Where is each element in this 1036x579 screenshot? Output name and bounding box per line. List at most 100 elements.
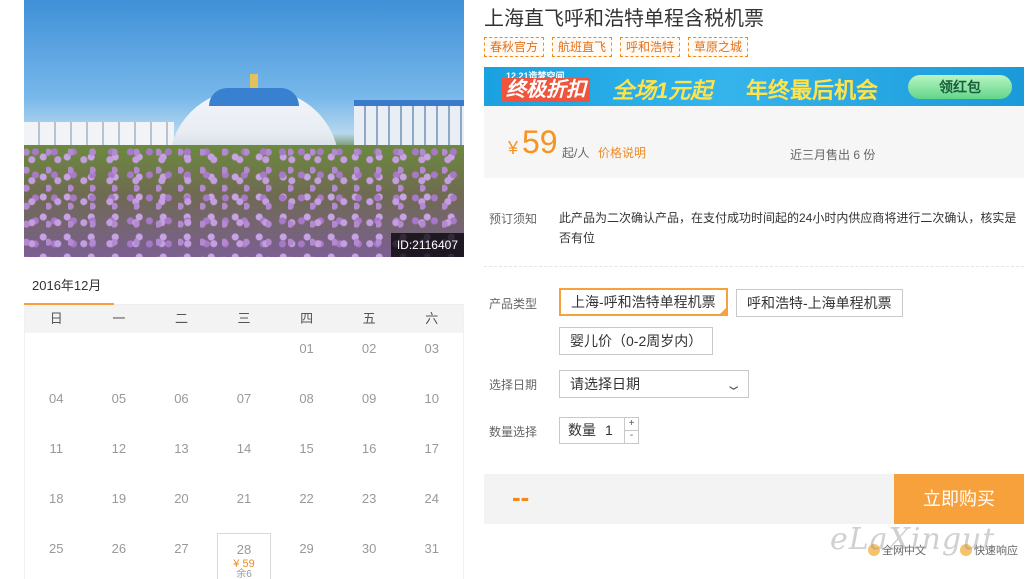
calendar-day[interactable]: 08 [275, 383, 338, 433]
calendar-day-number: 10 [424, 391, 439, 406]
weekday-label: 一 [112, 311, 126, 326]
notice-text: 此产品为二次确认产品，在支付成功时间起的24小时内供应商将进行二次确认，核实是否… [559, 211, 1017, 245]
calendar-weekday-header: 日 一 二 三 四 五 六 [25, 305, 463, 333]
weekday-label: 四 [300, 311, 314, 326]
calendar: 日 一 二 三 四 五 六 01 02 03 04 05 06 07 08 09 10 11 12 13… [24, 305, 464, 579]
calendar-day-number: 08 [299, 391, 314, 406]
quantity-value[interactable]: 1 [605, 418, 613, 443]
promo-banner[interactable]: 12.21造梦空间 终极折扣 全场1元起 年终最后机会 领红包 [484, 67, 1024, 106]
calendar-day[interactable]: 12 [88, 433, 151, 483]
calendar-day[interactable]: 22 [275, 483, 338, 533]
calendar-day-number: 31 [424, 541, 439, 556]
product-option[interactable]: 呼和浩特-上海单程机票 [736, 289, 903, 317]
price-box: ¥ 59 起/人 价格说明 近三月售出 6 份 [484, 106, 1024, 178]
calendar-day-number: 12 [111, 441, 127, 456]
calendar-day-number: 15 [299, 441, 314, 456]
calendar-day-number: 13 [174, 441, 189, 456]
product-tag[interactable]: 草原之城 [688, 37, 749, 57]
calendar-empty-cell [88, 333, 151, 383]
calendar-day[interactable]: 10 [400, 383, 463, 433]
calendar-day[interactable]: 06 [150, 383, 213, 433]
calendar-day-number: 25 [49, 541, 64, 556]
product-title: 上海直飞呼和浩特单程含税机票 [484, 8, 764, 30]
date-select[interactable]: 请选择日期 › [559, 370, 749, 398]
product-tag[interactable]: 航班直飞 [552, 37, 613, 57]
calendar-day[interactable]: 31 [400, 533, 463, 579]
calendar-day-number: 24 [424, 491, 439, 506]
calendar-day-number: 29 [299, 541, 314, 556]
calendar-day[interactable]: 30 [338, 533, 401, 579]
calendar-day-number: 19 [111, 491, 127, 506]
product-tags: 春秋官方 航班直飞 呼和浩特 草原之城 [484, 37, 749, 57]
photo-building-right [354, 100, 464, 150]
price-amount: 59 [522, 124, 558, 160]
calendar-day[interactable]: 19 [88, 483, 151, 533]
calendar-day[interactable]: 03 [400, 333, 463, 383]
calendar-day[interactable]: 29 [275, 533, 338, 579]
photo-id-tag: ID:2116407 [390, 233, 464, 257]
price-explain-link[interactable]: 价格说明 [598, 144, 646, 161]
calendar-day[interactable]: 24 [400, 483, 463, 533]
calendar-day[interactable]: 01 [275, 333, 338, 383]
calendar-month-tab[interactable]: 2016年12月 [24, 276, 114, 306]
calendar-day-number: 06 [174, 391, 189, 406]
calendar-day-number: 05 [111, 391, 127, 406]
weekday-label: 三 [237, 311, 251, 326]
calendar-day[interactable]: 11 [25, 433, 88, 483]
calendar-day-number: 01 [299, 341, 314, 356]
calendar-day[interactable]: 02 [338, 333, 401, 383]
quantity-minus-button[interactable]: - [624, 430, 638, 443]
weekday-label: 日 [49, 311, 63, 326]
calendar-days-grid: 01 02 03 04 05 06 07 08 09 10 11 12 13 14 15 16 17 18 19 20… [25, 333, 463, 579]
calendar-day[interactable]: 26 [88, 533, 151, 579]
banner-slogan: 年终最后机会 [746, 78, 879, 103]
calendar-day[interactable]: 05 [88, 383, 151, 433]
product-option-label: 呼和浩特-上海单程机票 [747, 295, 892, 311]
calendar-day-number: 20 [174, 491, 189, 506]
calendar-day-number: 14 [236, 441, 252, 456]
calendar-day-selected[interactable]: 28 ¥ 59 余6 [216, 533, 272, 579]
calendar-day[interactable]: 23 [338, 483, 401, 533]
calendar-empty-cell [150, 333, 213, 383]
calendar-day-number: 04 [49, 391, 64, 406]
calendar-day[interactable]: 18 [25, 483, 88, 533]
calendar-day[interactable]: 16 [338, 433, 401, 483]
calendar-day-remaining: 余6 [236, 569, 252, 579]
product-option-label: 婴儿价（0-2周岁内） [570, 333, 703, 349]
calendar-day[interactable]: 07 [213, 383, 276, 433]
calendar-day[interactable]: 20 [150, 483, 213, 533]
product-option-selected[interactable]: 上海-呼和浩特单程机票 [559, 288, 728, 316]
calendar-day[interactable]: 14 [213, 433, 276, 483]
watermark-logo: eLaXingut [830, 522, 996, 557]
selected-check-icon [717, 306, 728, 316]
calendar-day[interactable]: 13 [150, 433, 213, 483]
price-currency: ¥ [508, 138, 519, 158]
calendar-day-number: 28 [236, 542, 252, 557]
calendar-day-number: 09 [361, 391, 377, 406]
product-option[interactable]: 婴儿价（0-2周岁内） [559, 327, 714, 355]
calendar-day[interactable]: 09 [338, 383, 401, 433]
calendar-day-number: 21 [236, 491, 252, 506]
calendar-day-number: 27 [174, 541, 189, 556]
chevron-down-icon: › [723, 385, 748, 391]
calendar-day-number: 03 [424, 341, 439, 356]
product-tag[interactable]: 春秋官方 [484, 37, 545, 57]
product-type-label: 产品类型 [489, 297, 538, 311]
date-label: 选择日期 [489, 378, 538, 392]
calendar-day[interactable]: 27 [150, 533, 213, 579]
product-tag[interactable]: 呼和浩特 [620, 37, 681, 57]
calendar-day-number: 17 [424, 441, 439, 456]
banner-red-packet-button[interactable]: 领红包 [908, 75, 1012, 99]
photo-building-left [24, 122, 174, 146]
buy-now-button[interactable]: 立即购买 [894, 474, 1024, 524]
quantity-stepper[interactable]: 数量 1 + - [559, 417, 639, 444]
calendar-day[interactable]: 17 [400, 433, 463, 483]
calendar-day[interactable]: 04 [25, 383, 88, 433]
calendar-day[interactable]: 15 [275, 433, 338, 483]
calendar-day[interactable]: 25 [25, 533, 88, 579]
product-option-label: 上海-呼和浩特单程机票 [571, 294, 716, 310]
calendar-day-number: 23 [361, 491, 377, 506]
calendar-day[interactable]: 21 [213, 483, 276, 533]
weekday-label: 二 [174, 311, 188, 326]
calendar-day-number: 16 [361, 441, 377, 456]
